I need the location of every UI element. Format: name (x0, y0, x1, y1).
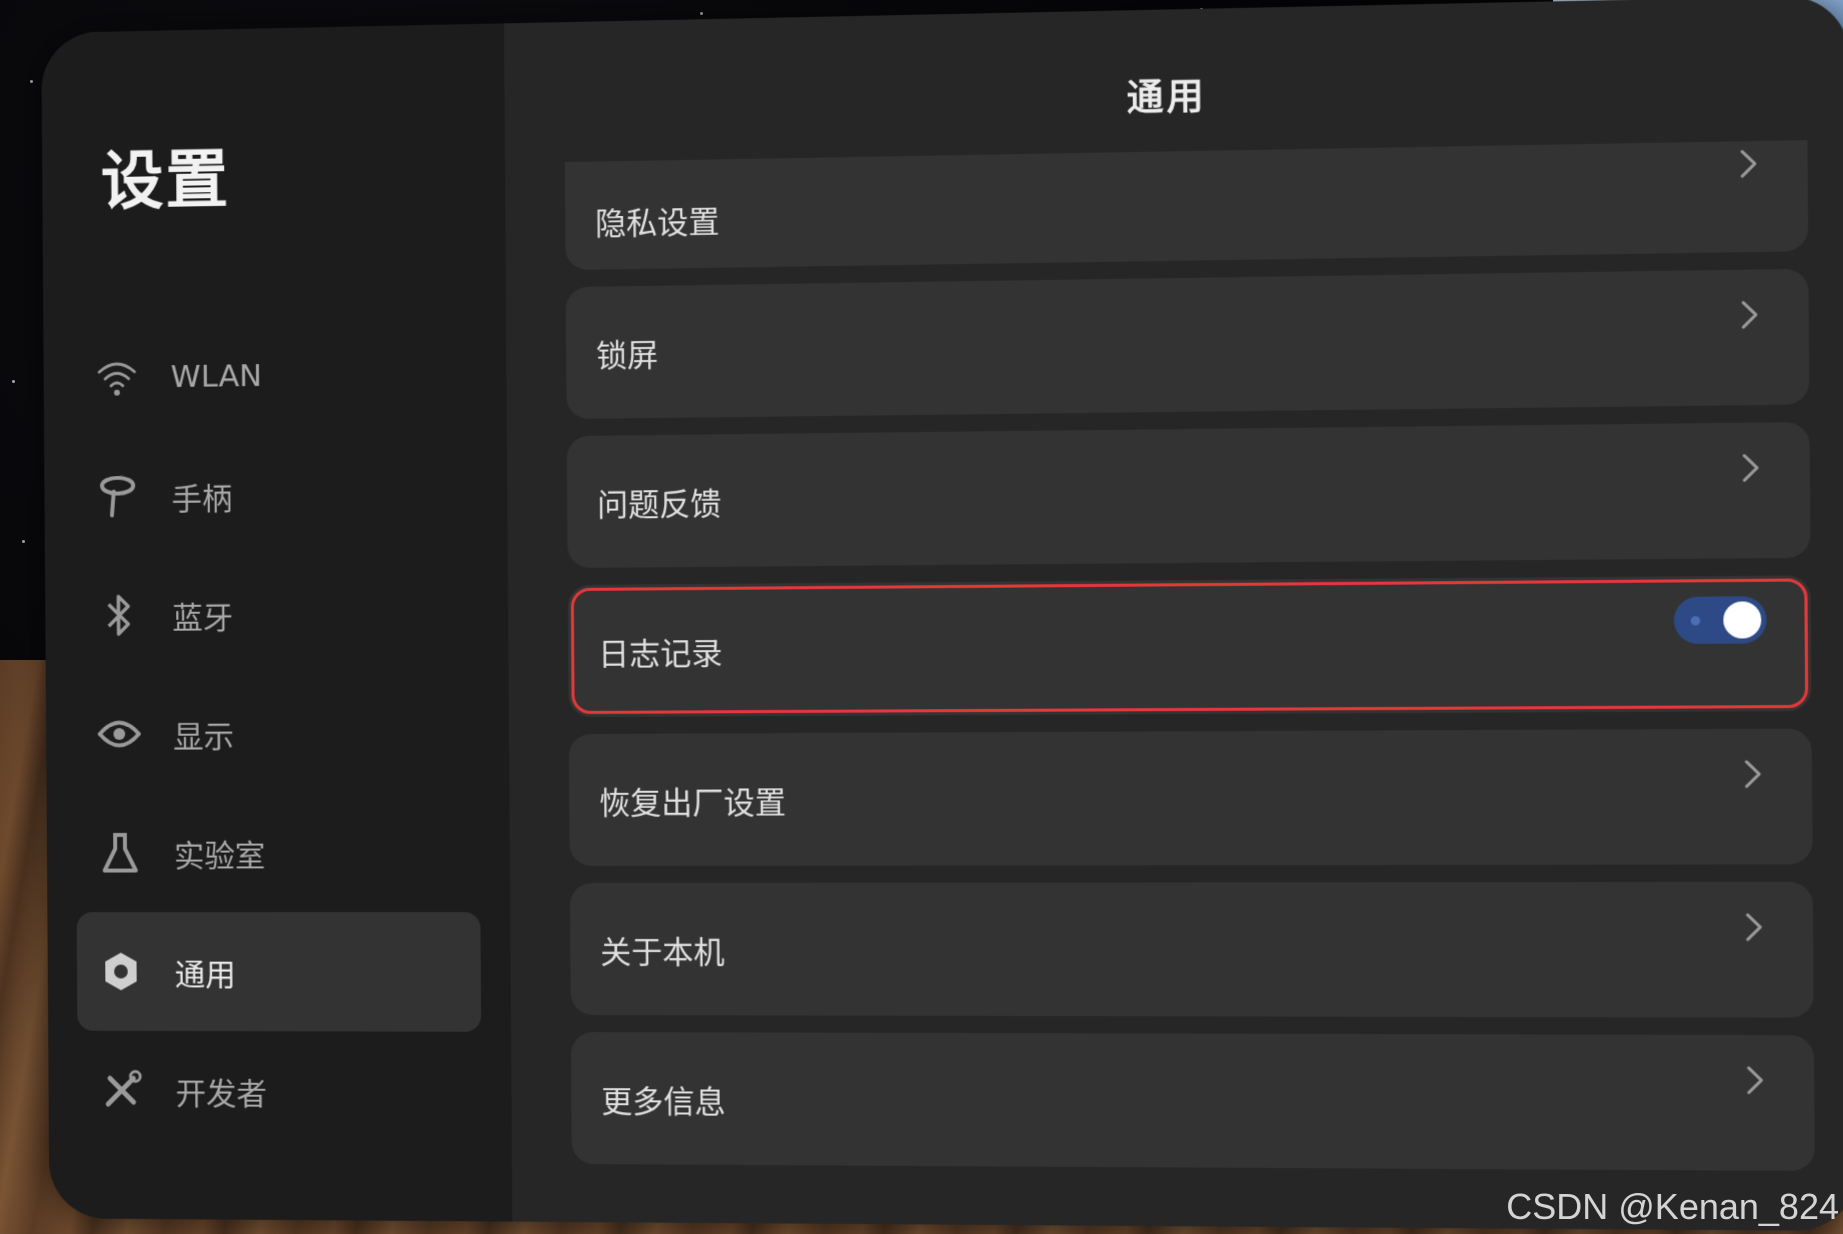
sidebar-item-label: 开发者 (175, 1076, 268, 1113)
sidebar-item-label: 通用 (174, 957, 236, 993)
page-title: 通用 (1126, 76, 1207, 120)
row-label: 恢复出厂设置 (599, 784, 787, 822)
toggle-dot (1690, 616, 1701, 626)
controller-icon (93, 472, 142, 522)
gear-icon (96, 947, 145, 997)
sidebar-item-general[interactable]: 通用 (76, 912, 482, 1032)
sidebar-item-lab[interactable]: 实验室 (76, 792, 481, 912)
bluetooth-icon (94, 590, 143, 640)
main-panel: 通用 隐私设置 锁屏 问题反馈 日志记录 恢复出厂设置 关于本机 更多信息 (504, 0, 1843, 1231)
chevron-right-icon (1737, 907, 1771, 948)
sidebar-item-label: 实验室 (173, 838, 266, 874)
row-label: 日志记录 (598, 635, 723, 673)
flask-icon (96, 828, 145, 878)
sidebar-item-label: 蓝牙 (172, 600, 234, 637)
row-more-info[interactable]: 更多信息 (570, 1032, 1815, 1172)
row-lock-screen[interactable]: 锁屏 (565, 268, 1810, 420)
sidebar: 设置 WLAN 手柄 蓝牙 显示 实验室 通用 开发者 (41, 23, 513, 1222)
row-label: 锁屏 (595, 337, 659, 375)
sidebar-item-label: 手柄 (171, 481, 233, 518)
logging-toggle[interactable] (1673, 596, 1767, 645)
sidebar-item-bluetooth[interactable]: 蓝牙 (74, 553, 479, 675)
settings-window: 设置 WLAN 手柄 蓝牙 显示 实验室 通用 开发者 通用 隐私设置 锁屏 问… (41, 0, 1843, 1231)
eye-icon (95, 709, 144, 759)
settings-list: 隐私设置 锁屏 问题反馈 日志记录 恢复出厂设置 关于本机 更多信息 (564, 140, 1815, 1188)
chevron-right-icon (1733, 294, 1767, 336)
row-label: 隐私设置 (595, 204, 720, 243)
sidebar-item-developer[interactable]: 开发者 (77, 1031, 482, 1152)
row-logging: 日志记录 (567, 575, 1812, 718)
sidebar-item-wlan[interactable]: WLAN (73, 313, 478, 437)
chevron-right-icon (1734, 447, 1768, 488)
tools-icon (97, 1065, 146, 1115)
row-label: 关于本机 (600, 934, 725, 971)
chevron-right-icon (1732, 143, 1766, 185)
wifi-icon (92, 353, 141, 403)
toggle-knob (1723, 601, 1762, 639)
star (12, 380, 15, 383)
sidebar-item-controller[interactable]: 手柄 (73, 433, 478, 556)
row-label: 更多信息 (601, 1083, 726, 1121)
sidebar-item-label: WLAN (170, 358, 263, 395)
star (30, 80, 33, 83)
row-label: 问题反馈 (597, 485, 722, 524)
star (700, 12, 703, 15)
row-about-device[interactable]: 关于本机 (569, 881, 1814, 1018)
sidebar-title: 设置 (100, 143, 231, 219)
row-factory-reset[interactable]: 恢复出厂设置 (568, 728, 1813, 867)
sidebar-item-label: 显示 (173, 719, 235, 756)
chevron-right-icon (1736, 753, 1770, 794)
row-feedback[interactable]: 问题反馈 (566, 421, 1811, 569)
sidebar-item-display[interactable]: 显示 (75, 673, 480, 794)
chevron-right-icon (1738, 1060, 1772, 1101)
row-privacy-settings[interactable]: 隐私设置 (564, 140, 1809, 271)
watermark: CSDN @Kenan_824 (1506, 1186, 1839, 1227)
star (22, 540, 25, 543)
